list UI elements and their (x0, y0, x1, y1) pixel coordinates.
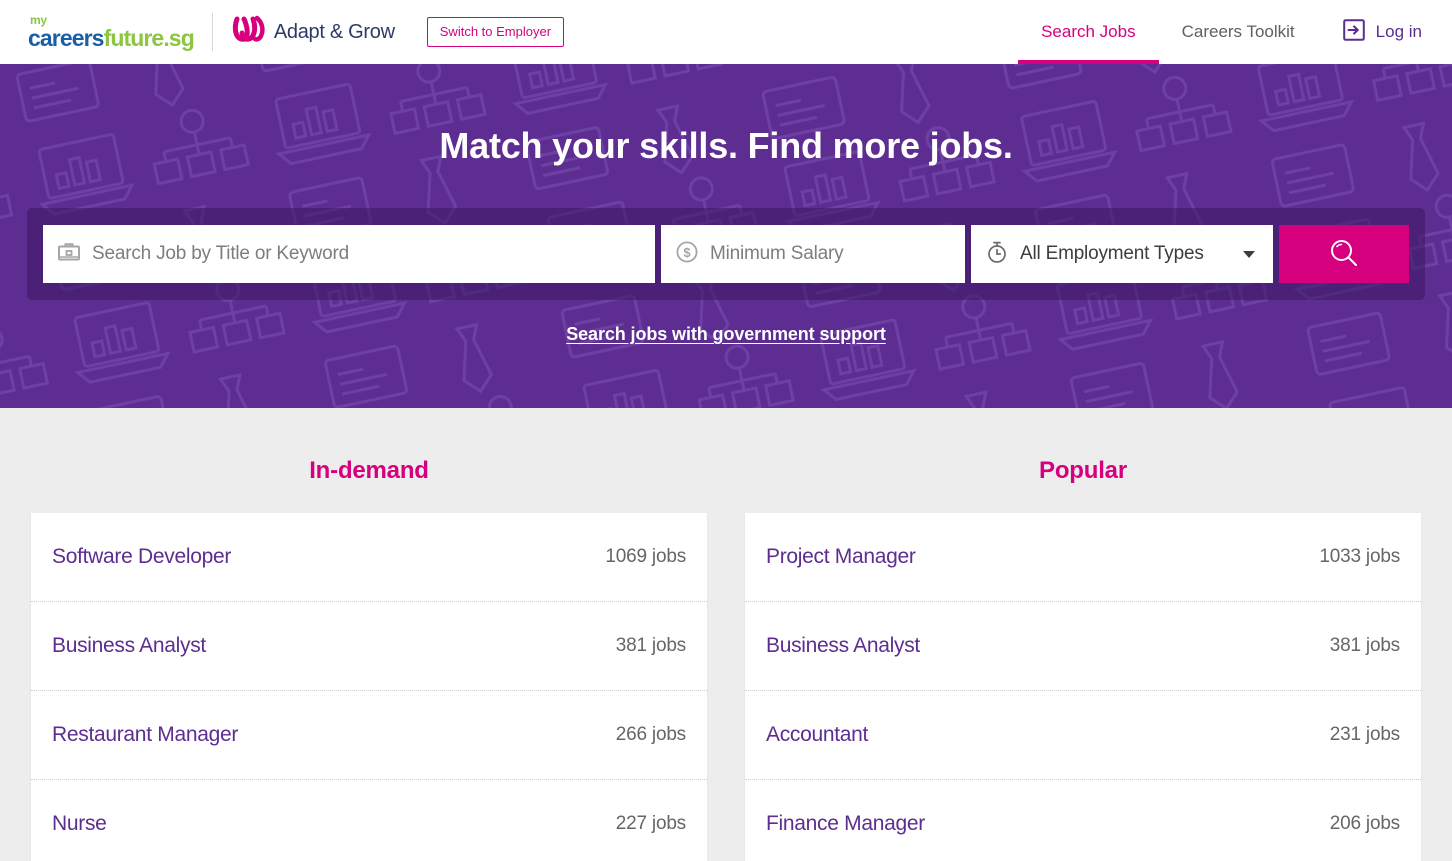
switch-to-employer-button[interactable]: Switch to Employer (426, 17, 565, 47)
svg-text:$: $ (683, 245, 691, 260)
login-arrow-icon (1342, 18, 1365, 46)
minimum-salary-placeholder: Minimum Salary (710, 243, 844, 264)
list-item[interactable]: Software Developer 1069 jobs (31, 513, 707, 602)
list-item[interactable]: Accountant 231 jobs (745, 691, 1421, 780)
top-navigation-bar: my careersfuture.sg Adapt & Grow Switch … (0, 0, 1452, 64)
in-demand-column: In-demand Software Developer 1069 jobs B… (31, 457, 707, 861)
job-count: 206 jobs (1329, 813, 1400, 834)
minimum-salary-field[interactable]: $ Minimum Salary (661, 225, 965, 283)
list-item[interactable]: Business Analyst 381 jobs (31, 602, 707, 691)
employment-type-value: All Employment Types (1020, 243, 1204, 264)
government-support-link[interactable]: Search jobs with government support (566, 324, 886, 345)
job-count: 231 jobs (1329, 724, 1400, 745)
job-title: Finance Manager (766, 812, 925, 835)
job-title: Business Analyst (766, 634, 920, 657)
logo-divider (211, 13, 213, 51)
list-item[interactable]: Restaurant Manager 266 jobs (31, 691, 707, 780)
list-item[interactable]: Project Manager 1033 jobs (745, 513, 1421, 602)
popular-card: Project Manager 1033 jobs Business Analy… (745, 513, 1421, 861)
nav-item-careers-toolkit[interactable]: Careers Toolkit (1159, 0, 1318, 64)
job-title: Project Manager (766, 545, 916, 568)
job-count: 1069 jobs (605, 546, 686, 567)
nav-item-search-jobs[interactable]: Search Jobs (1018, 0, 1159, 64)
chevron-down-icon (1243, 250, 1255, 258)
nav-links: Search Jobs Careers Toolkit Log in (1018, 0, 1452, 64)
job-count: 1033 jobs (1319, 546, 1400, 567)
job-count: 227 jobs (615, 813, 686, 834)
search-icon (1327, 236, 1361, 273)
job-count: 381 jobs (615, 635, 686, 656)
search-bar-container: Search Job by Title or Keyword $ Minimum… (27, 208, 1425, 300)
login-label: Log in (1375, 22, 1422, 41)
adapt-grow-omega-icon (231, 13, 271, 52)
keyword-search-field[interactable]: Search Job by Title or Keyword (43, 225, 655, 283)
popular-title: Popular (1039, 457, 1127, 484)
logo-wordmark: careersfuture.sg (28, 25, 195, 51)
in-demand-title: In-demand (309, 457, 429, 484)
job-title: Software Developer (52, 545, 232, 568)
job-count: 381 jobs (1329, 635, 1400, 656)
mycareersfuture-logo[interactable]: my careersfuture.sg (28, 14, 195, 51)
adapt-and-grow-logo[interactable]: Adapt & Grow (231, 13, 395, 52)
search-submit-button[interactable] (1279, 225, 1409, 283)
hero-section: Match your skills. Find more jobs. Searc… (0, 64, 1452, 408)
hero-title: Match your skills. Find more jobs. (439, 125, 1013, 166)
dollar-coin-icon: $ (675, 240, 699, 269)
stopwatch-icon (985, 240, 1009, 269)
adapt-grow-label: Adapt & Grow (273, 20, 395, 43)
list-item[interactable]: Nurse 227 jobs (31, 780, 707, 861)
hero-content: Match your skills. Find more jobs. Searc… (0, 64, 1452, 408)
in-demand-card: Software Developer 1069 jobs Business An… (31, 513, 707, 861)
job-title: Business Analyst (52, 634, 206, 657)
popular-column: Popular Project Manager 1033 jobs Busine… (745, 457, 1421, 861)
job-title: Nurse (52, 812, 107, 835)
keyword-search-placeholder: Search Job by Title or Keyword (92, 243, 349, 264)
login-button[interactable]: Log in (1318, 0, 1422, 64)
logo-future-text: future.sg (103, 25, 195, 51)
job-count: 266 jobs (615, 724, 686, 745)
job-title: Accountant (766, 723, 869, 746)
list-item[interactable]: Finance Manager 206 jobs (745, 780, 1421, 861)
list-item[interactable]: Business Analyst 381 jobs (745, 602, 1421, 691)
logo-careers-text: careers (28, 25, 104, 51)
briefcase-icon (57, 240, 81, 269)
main-content: In-demand Software Developer 1069 jobs B… (0, 408, 1452, 861)
job-title: Restaurant Manager (52, 723, 239, 746)
employment-type-select[interactable]: All Employment Types (971, 225, 1273, 283)
brand-zone: my careersfuture.sg Adapt & Grow Switch … (0, 13, 565, 52)
job-columns: In-demand Software Developer 1069 jobs B… (0, 408, 1452, 861)
